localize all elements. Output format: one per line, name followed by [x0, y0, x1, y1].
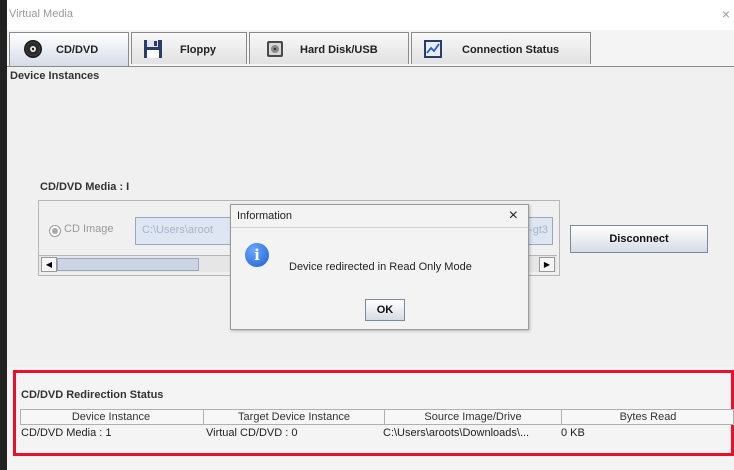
title-bar: Virtual Media ×	[7, 0, 734, 30]
scroll-left-icon[interactable]: ◀	[41, 257, 57, 272]
device-instances-label: Device Instances	[10, 70, 100, 82]
cd-image-radio-label: CD Image	[64, 223, 114, 235]
media-label: CD/DVD Media : I	[40, 181, 130, 193]
scroll-right-icon[interactable]: ▶	[539, 257, 555, 272]
cell-source-image: C:\Users\aroots\Downloads\...	[383, 427, 530, 439]
virtual-media-window: Virtual Media × CD/DVD Floppy Hard Disk/…	[0, 0, 734, 470]
scroll-thumb[interactable]	[57, 258, 199, 271]
floppy-icon	[144, 40, 162, 58]
column-header[interactable]: Target Device Instance	[204, 411, 384, 423]
tab-strip: CD/DVD Floppy Hard Disk/USB Connection S…	[7, 32, 734, 66]
cd-icon	[24, 40, 42, 58]
dialog-title: Information	[237, 210, 293, 222]
cd-image-radio[interactable]	[49, 225, 61, 237]
ok-button[interactable]: OK	[365, 299, 405, 321]
tab-label: Hard Disk/USB	[300, 44, 378, 56]
status-table-header: Device Instance Target Device Instance S…	[20, 409, 734, 425]
image-path-text: C:\Users\aroot	[142, 224, 213, 236]
tab-hard-disk-usb[interactable]: Hard Disk/USB	[249, 32, 409, 64]
dialog-message: Device redirected in Read Only Mode	[289, 261, 472, 273]
cell-bytes-read: 0 KB	[561, 427, 585, 439]
window-title: Virtual Media	[9, 8, 73, 20]
cell-target-device: Virtual CD/DVD : 0	[206, 427, 298, 439]
chart-icon	[424, 40, 442, 58]
info-icon: i	[245, 243, 269, 267]
cell-device-instance: CD/DVD Media : 1	[21, 427, 112, 439]
tab-floppy[interactable]: Floppy	[131, 32, 247, 64]
information-dialog: Information × i Device redirected in Rea…	[230, 204, 529, 330]
tab-cd-dvd[interactable]: CD/DVD	[9, 32, 129, 66]
column-header[interactable]: Source Image/Drive	[385, 411, 561, 423]
hard-disk-icon	[267, 41, 283, 57]
tab-label: Connection Status	[462, 44, 560, 56]
dialog-divider	[231, 227, 528, 228]
redirection-status-panel: CD/DVD Redirection Status Device Instanc…	[13, 370, 734, 456]
dialog-close-icon[interactable]: ×	[509, 207, 518, 225]
window-close-icon[interactable]: ×	[722, 6, 730, 22]
column-header[interactable]: Bytes Read	[562, 411, 734, 423]
tab-connection-status[interactable]: Connection Status	[411, 32, 591, 64]
redirection-status-label: CD/DVD Redirection Status	[21, 389, 164, 401]
tab-label: Floppy	[180, 44, 217, 56]
tab-label: CD/DVD	[56, 44, 99, 56]
column-header[interactable]: Device Instance	[21, 411, 201, 423]
window-edge	[0, 0, 7, 470]
disconnect-button[interactable]: Disconnect	[570, 225, 708, 253]
